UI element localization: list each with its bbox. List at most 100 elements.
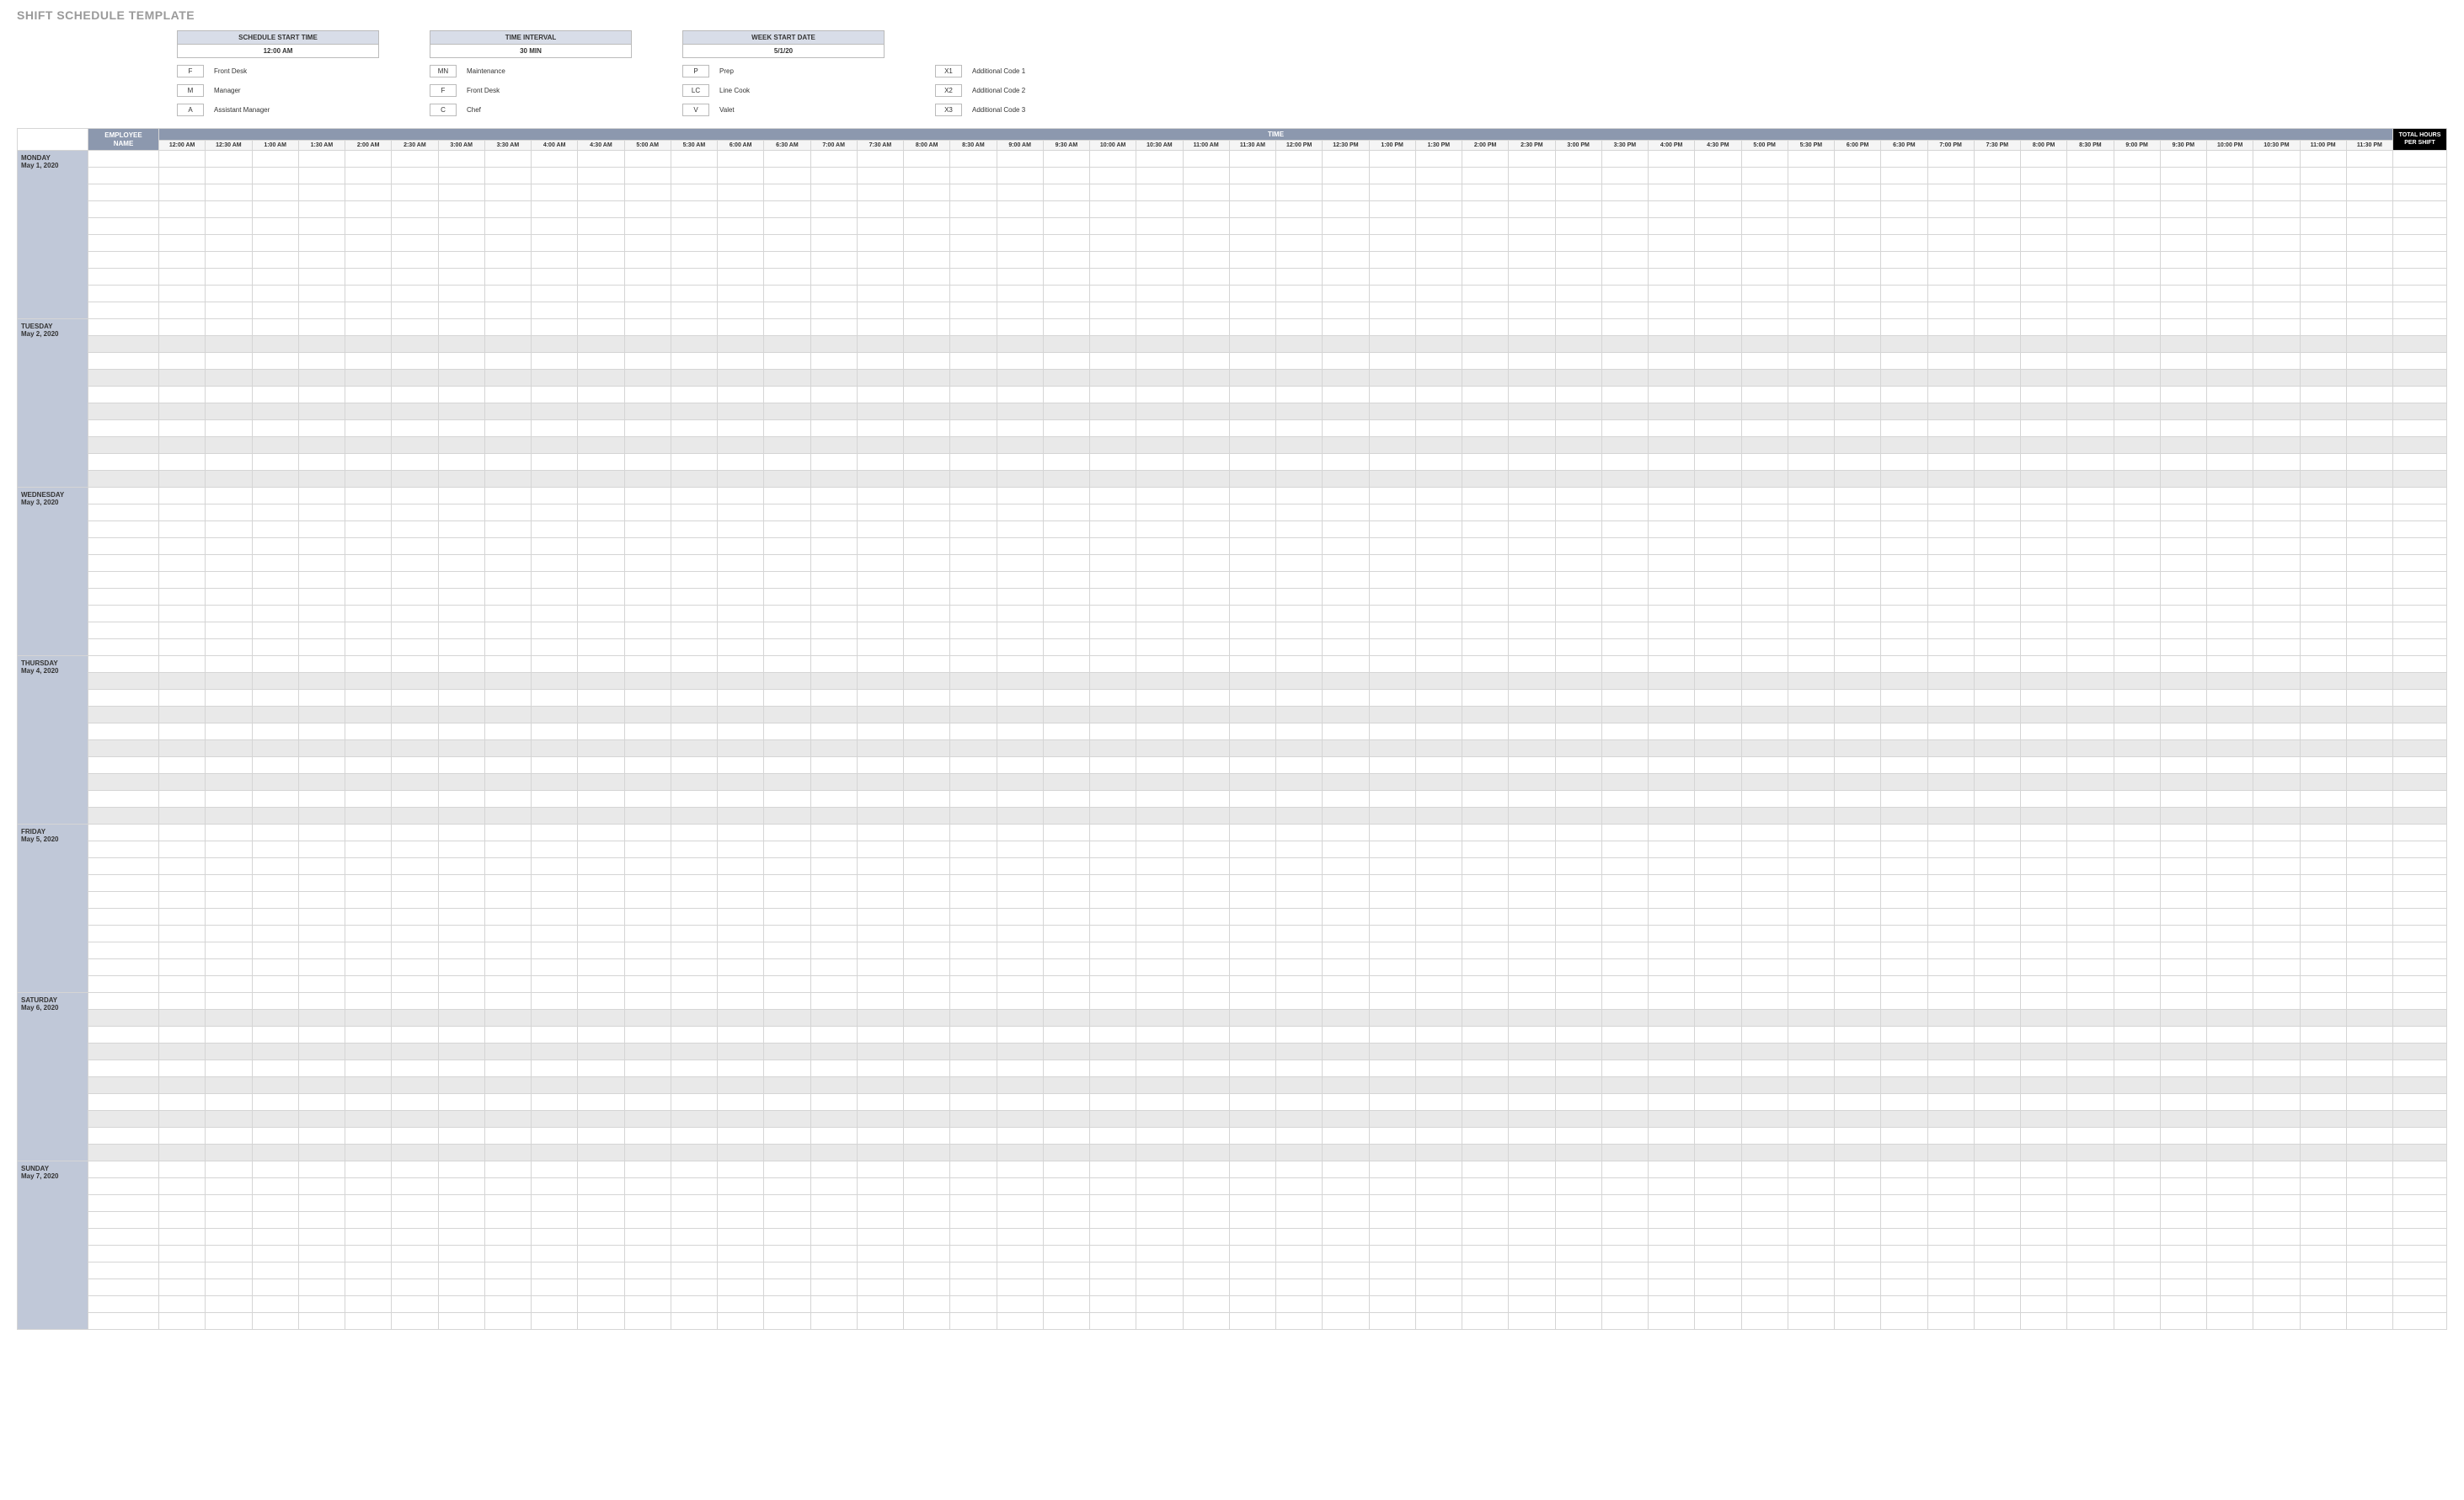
slot-cell[interactable] [1415,286,1462,302]
slot-cell[interactable] [1462,639,1509,656]
employee-cell[interactable] [88,1094,159,1111]
slot-cell[interactable] [438,151,484,168]
slot-cell[interactable] [671,976,717,993]
slot-cell[interactable] [1835,521,1881,538]
slot-cell[interactable] [484,690,531,707]
slot-cell[interactable] [532,1094,578,1111]
slot-cell[interactable] [2021,319,2067,336]
slot-cell[interactable] [1974,1077,2020,1094]
slot-cell[interactable] [810,319,857,336]
slot-cell[interactable] [2160,538,2206,555]
slot-cell[interactable] [2021,1296,2067,1313]
slot-cell[interactable] [1276,488,1323,504]
slot-cell[interactable] [1974,572,2020,589]
slot-cell[interactable] [1881,622,1927,639]
slot-cell[interactable] [2160,319,2206,336]
slot-cell[interactable] [578,370,624,387]
slot-cell[interactable] [2253,656,2300,673]
slot-cell[interactable] [438,909,484,926]
config-value[interactable]: 30 MIN [430,45,632,58]
slot-cell[interactable] [578,1145,624,1161]
slot-cell[interactable] [1788,858,1834,875]
slot-cell[interactable] [392,1313,438,1330]
slot-cell[interactable] [2207,942,2253,959]
slot-cell[interactable] [484,555,531,572]
slot-cell[interactable] [1927,1111,1974,1128]
slot-cell[interactable] [2300,286,2346,302]
slot-cell[interactable] [718,1296,764,1313]
slot-cell[interactable] [252,1111,298,1128]
slot-cell[interactable] [438,1060,484,1077]
slot-cell[interactable] [624,1077,671,1094]
slot-cell[interactable] [2253,1027,2300,1044]
slot-cell[interactable] [1369,589,1415,606]
slot-cell[interactable] [2067,690,2114,707]
slot-cell[interactable] [764,1010,810,1027]
slot-cell[interactable] [1323,572,1369,589]
slot-cell[interactable] [252,555,298,572]
slot-cell[interactable] [2160,235,2206,252]
slot-cell[interactable] [345,926,392,942]
slot-cell[interactable] [810,336,857,353]
slot-cell[interactable] [1927,1044,1974,1060]
slot-cell[interactable] [2207,639,2253,656]
slot-cell[interactable] [2300,690,2346,707]
slot-cell[interactable] [2253,1229,2300,1246]
slot-cell[interactable] [532,942,578,959]
slot-cell[interactable] [298,976,345,993]
slot-cell[interactable] [997,1094,1043,1111]
slot-cell[interactable] [252,1077,298,1094]
slot-cell[interactable] [1090,1195,1136,1212]
slot-cell[interactable] [298,353,345,370]
slot-cell[interactable] [1649,488,1695,504]
slot-cell[interactable] [671,353,717,370]
slot-cell[interactable] [997,1195,1043,1212]
slot-cell[interactable] [1695,218,1741,235]
slot-cell[interactable] [1695,808,1741,825]
slot-cell[interactable] [2067,1094,2114,1111]
slot-cell[interactable] [2346,269,2392,286]
slot-cell[interactable] [1927,1128,1974,1145]
slot-cell[interactable] [624,201,671,218]
slot-cell[interactable] [2160,959,2206,976]
slot-cell[interactable] [1649,926,1695,942]
slot-cell[interactable] [1741,1161,1788,1178]
slot-cell[interactable] [950,942,997,959]
slot-cell[interactable] [857,791,903,808]
slot-cell[interactable] [2067,555,2114,572]
slot-cell[interactable] [2346,572,2392,589]
slot-cell[interactable] [2346,875,2392,892]
slot-cell[interactable] [718,622,764,639]
slot-cell[interactable] [1462,774,1509,791]
slot-cell[interactable] [1695,1027,1741,1044]
slot-cell[interactable] [1835,370,1881,387]
slot-cell[interactable] [857,875,903,892]
slot-cell[interactable] [252,1246,298,1262]
slot-cell[interactable] [532,639,578,656]
slot-cell[interactable] [159,1279,206,1296]
slot-cell[interactable] [624,1279,671,1296]
slot-cell[interactable] [857,808,903,825]
slot-cell[interactable] [624,993,671,1010]
slot-cell[interactable] [2207,774,2253,791]
slot-cell[interactable] [298,791,345,808]
employee-cell[interactable] [88,1279,159,1296]
slot-cell[interactable] [1369,235,1415,252]
slot-cell[interactable] [1881,387,1927,403]
slot-cell[interactable] [718,1178,764,1195]
slot-cell[interactable] [2114,471,2160,488]
slot-cell[interactable] [1601,1145,1648,1161]
slot-cell[interactable] [1881,555,1927,572]
slot-cell[interactable] [1695,1111,1741,1128]
slot-cell[interactable] [1927,353,1974,370]
slot-cell[interactable] [810,201,857,218]
slot-cell[interactable] [1369,504,1415,521]
slot-cell[interactable] [1974,1313,2020,1330]
slot-cell[interactable] [718,690,764,707]
slot-cell[interactable] [950,1060,997,1077]
slot-cell[interactable] [671,1010,717,1027]
slot-cell[interactable] [624,740,671,757]
slot-cell[interactable] [904,1010,950,1027]
slot-cell[interactable] [1741,825,1788,841]
slot-cell[interactable] [950,774,997,791]
